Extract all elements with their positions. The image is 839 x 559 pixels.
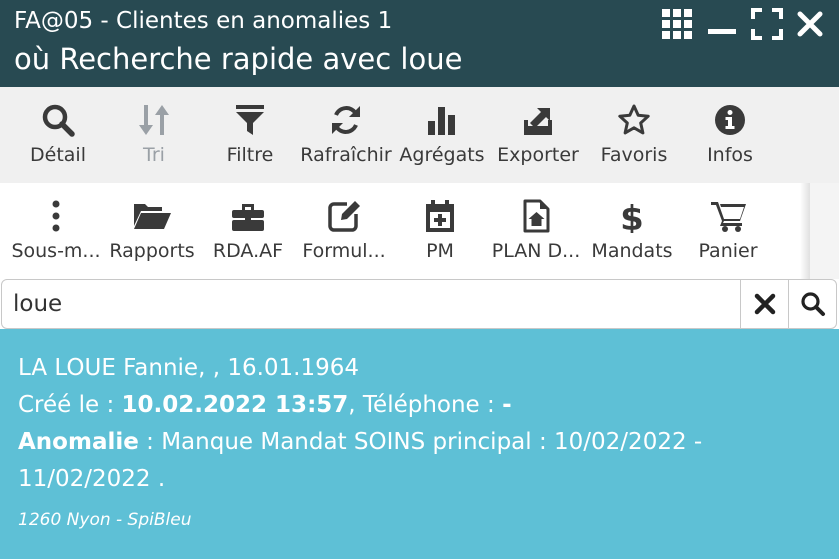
favorites-label: Favoris: [600, 144, 668, 166]
clear-x-icon: [754, 293, 775, 315]
info-button[interactable]: Infos: [682, 87, 778, 183]
refresh-button[interactable]: Rafraîchir: [298, 87, 394, 183]
sort-label: Tri: [143, 144, 165, 166]
phone-label: , Téléphone :: [348, 392, 495, 418]
svg-text:$: $: [620, 199, 644, 233]
fullscreen-icon[interactable]: [750, 8, 784, 40]
search-icon: [800, 292, 825, 316]
result-item[interactable]: LA LOUE Fannie, , 16.01.1964 Créé le : 1…: [0, 329, 839, 559]
reports-button[interactable]: Rapports: [104, 183, 200, 279]
briefcase-icon: [230, 199, 266, 233]
created-line: Créé le : 10.02.2022 13:57, Téléphone : …: [18, 387, 821, 424]
filter-icon: [233, 103, 267, 137]
submenu-label: Sous-m...: [11, 240, 101, 262]
phone-value: -: [502, 392, 512, 418]
toolbar-overflow-area[interactable]: [810, 183, 839, 279]
info-icon: [713, 103, 747, 137]
rda-af-label: RDA.AF: [212, 240, 284, 262]
filter-button[interactable]: Filtre: [202, 87, 298, 183]
more-vertical-icon: [39, 199, 73, 233]
filter-label: Filtre: [226, 144, 274, 166]
sort-icon: [137, 103, 171, 137]
export-icon: [521, 103, 555, 137]
quick-search-bar: [1, 279, 837, 329]
title-bar: FA@05 - Clientes en anomalies 1 où Reche…: [0, 0, 839, 87]
client-name-line: LA LOUE Fannie, , 16.01.1964: [18, 355, 360, 381]
search-icon: [41, 103, 75, 137]
minimize-icon[interactable]: [705, 8, 739, 40]
document-home-icon: [519, 199, 553, 233]
refresh-label: Rafraîchir: [300, 144, 392, 166]
cart-icon: [710, 199, 746, 233]
pm-label: PM: [426, 240, 454, 262]
detail-label: Détail: [30, 144, 86, 166]
pm-button[interactable]: PM: [392, 183, 488, 279]
rda-af-button[interactable]: RDA.AF: [200, 183, 296, 279]
apps-grid-icon[interactable]: [660, 8, 694, 40]
sort-button[interactable]: Tri: [106, 87, 202, 183]
anomaly-text: : Manque Mandat SOINS principal : 10/02/…: [138, 429, 703, 455]
anomaly-line: Anomalie : Manque Mandat SOINS principal…: [18, 424, 821, 461]
export-label: Exporter: [497, 144, 579, 166]
reports-label: Rapports: [109, 240, 195, 262]
toolbar-scroll-shadow: [800, 183, 810, 279]
close-icon[interactable]: [793, 8, 827, 40]
mandates-label: Mandats: [591, 240, 673, 262]
forms-label: Formul...: [302, 240, 386, 262]
export-button[interactable]: Exporter: [490, 87, 586, 183]
search-input[interactable]: [2, 280, 740, 328]
mandates-button[interactable]: $ Mandats: [584, 183, 680, 279]
plan-label: PLAN D...: [491, 240, 581, 262]
aggregates-button[interactable]: Agrégats: [394, 87, 490, 183]
created-value: 10.02.2022 13:57: [121, 392, 349, 418]
secondary-toolbar: Sous-m... Rapports RDA.AF Formul... PM P…: [0, 183, 839, 279]
info-label: Infos: [707, 144, 753, 166]
main-toolbar: Détail Tri Filtre Rafraîchir Agrégats Ex…: [0, 87, 839, 183]
window-subtitle: où Recherche rapide avec loue: [14, 42, 463, 76]
favorites-button[interactable]: Favoris: [586, 87, 682, 183]
plan-button[interactable]: PLAN D...: [488, 183, 584, 279]
aggregates-label: Agrégats: [399, 144, 485, 166]
refresh-icon: [329, 103, 363, 137]
cart-button[interactable]: Panier: [680, 183, 776, 279]
created-label: Créé le :: [18, 392, 115, 418]
window-title: FA@05 - Clientes en anomalies 1: [14, 8, 393, 34]
folder-open-icon: [132, 199, 172, 233]
submenu-button[interactable]: Sous-m...: [8, 183, 104, 279]
municipality-text: 1260 Nyon - SpiBleu: [18, 510, 192, 530]
dollar-icon: $: [615, 199, 649, 233]
cart-label: Panier: [698, 240, 758, 262]
edit-icon: [327, 199, 361, 233]
bar-chart-icon: [425, 103, 459, 137]
detail-button[interactable]: Détail: [10, 87, 106, 183]
anomaly-line-continued: 11/02/2022 .: [18, 466, 166, 492]
calendar-plus-icon: [423, 199, 457, 233]
star-icon: [617, 103, 651, 137]
clear-search-button[interactable]: [740, 280, 788, 328]
search-submit-button[interactable]: [788, 280, 836, 328]
anomaly-label: Anomalie: [18, 429, 139, 455]
forms-button[interactable]: Formul...: [296, 183, 392, 279]
